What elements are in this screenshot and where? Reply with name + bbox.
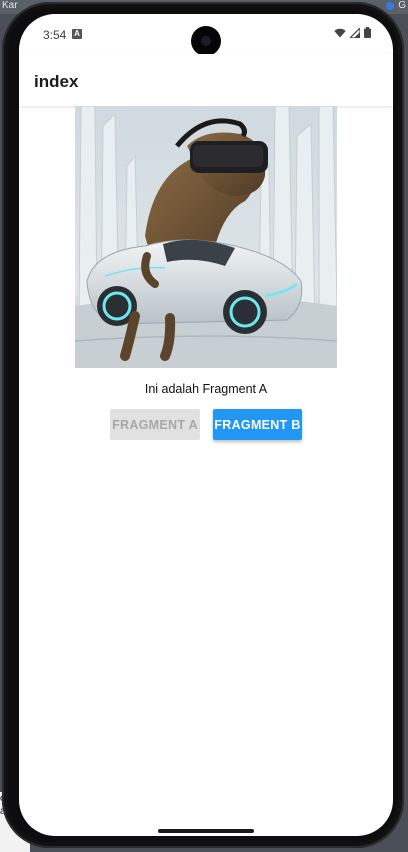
app-bar: index bbox=[19, 54, 393, 106]
front-camera bbox=[191, 26, 221, 56]
notification-a-icon: A bbox=[72, 29, 82, 39]
phone-screen: 3:54 A index Ini adalah Fragment A FRAGM… bbox=[19, 14, 393, 836]
gesture-navigation-bar[interactable] bbox=[158, 829, 254, 833]
fragment-b-button[interactable]: FRAGMENT B bbox=[213, 409, 302, 440]
status-time: 3:54 bbox=[43, 28, 67, 42]
hero-image bbox=[75, 106, 337, 368]
phone-frame: 3:54 A index Ini adalah Fragment A FRAGM… bbox=[2, 2, 404, 848]
fragment-a-button[interactable]: FRAGMENT A bbox=[110, 409, 200, 440]
battery-icon bbox=[364, 27, 371, 38]
host-chrome-icon bbox=[386, 2, 394, 10]
status-bar: 3:54 A bbox=[19, 14, 393, 56]
cellular-signal-icon bbox=[350, 27, 360, 38]
app-title: index bbox=[34, 72, 79, 91]
host-right-text: G bbox=[398, 0, 406, 11]
status-icons bbox=[334, 27, 371, 38]
host-left-text: Kar bbox=[2, 0, 18, 11]
fragment-label: Ini adalah Fragment A bbox=[144, 382, 268, 396]
wifi-icon bbox=[334, 28, 346, 37]
